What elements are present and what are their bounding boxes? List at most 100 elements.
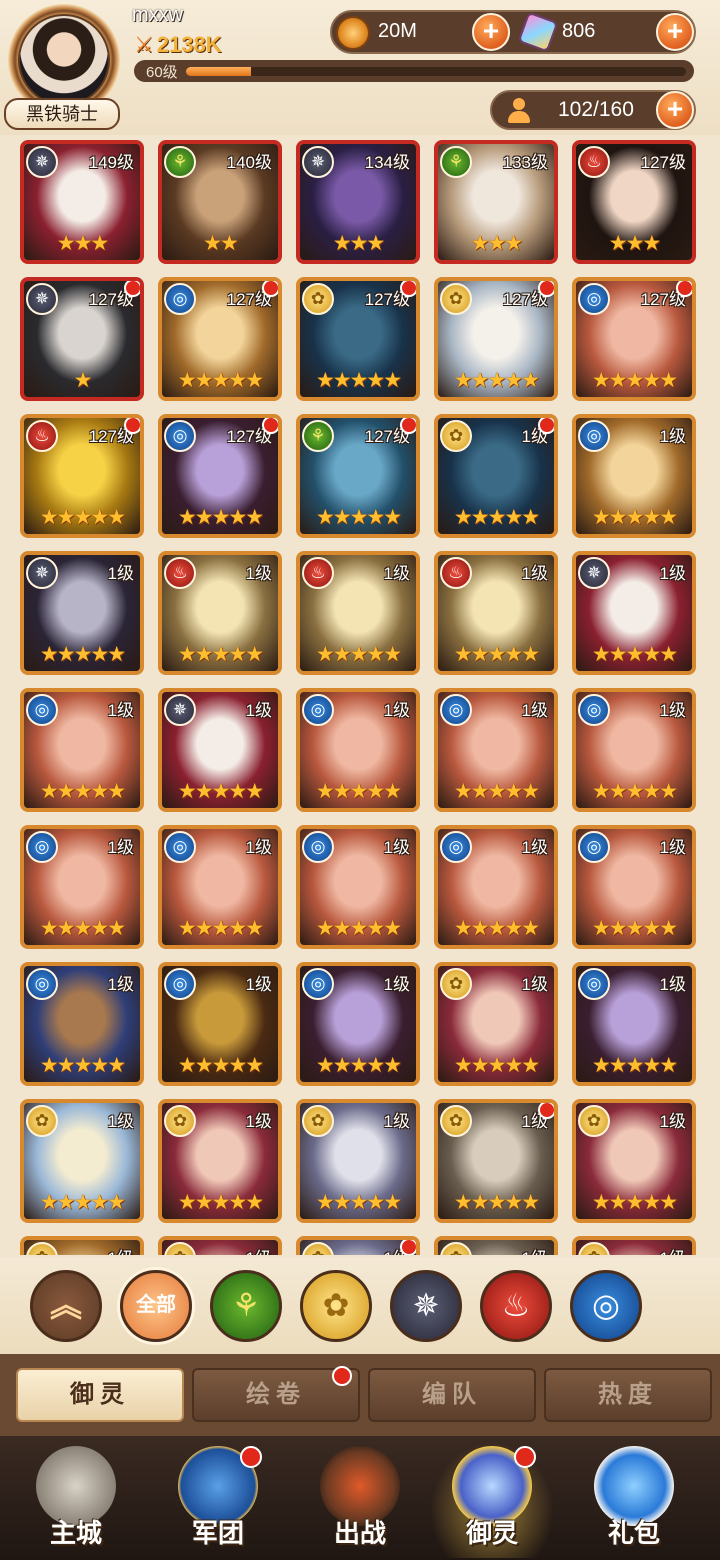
tab-spirits[interactable]: 御灵	[16, 1368, 184, 1422]
hero-card[interactable]: ✵ 1级 ★★★★★	[20, 551, 144, 675]
hero-card[interactable]: ♨ 1级 ★★★★★	[158, 551, 282, 675]
hero-card[interactable]: ◎ 1级 ★★★★★	[296, 825, 420, 949]
hero-card[interactable]: ◎ 1级 ★★★★★	[158, 825, 282, 949]
hero-card[interactable]: ✿1级★★★★★	[572, 1099, 696, 1223]
hero-card[interactable]: ◎ 127级 ★★★★★	[158, 414, 282, 538]
hero-card[interactable]: ✵ 127级 ★	[20, 277, 144, 401]
water-element-icon: ◎	[302, 831, 334, 863]
hero-card[interactable]: ◎ 1级 ★★★★★	[20, 688, 144, 812]
star-rating: ★★★★★	[39, 917, 126, 940]
hero-level: 1级	[383, 701, 410, 720]
tab-formation[interactable]: 编队	[368, 1368, 536, 1422]
hero-card[interactable]: ✵ 1级 ★★★★★	[572, 551, 696, 675]
fire-element-icon: ♨	[26, 420, 58, 452]
star-rating: ★	[73, 369, 93, 392]
star-rating: ★★★★★	[177, 643, 264, 666]
nav-gift-pack[interactable]: 礼包	[572, 1442, 696, 1558]
hero-card[interactable]: ✿1级★★★★★	[434, 1236, 558, 1255]
player-title: 黑铁骑士	[4, 98, 120, 130]
hero-card[interactable]: ◎ 1级 ★★★★★	[20, 962, 144, 1086]
hero-card[interactable]: ♨ 127级 ★★★	[572, 140, 696, 264]
hero-card[interactable]: ♨ 1级 ★★★★★	[434, 551, 558, 675]
combat-power: ⚔ 2138K	[134, 32, 222, 58]
water-element-icon: ◎	[440, 831, 472, 863]
hero-card[interactable]: ✿1级★★★★★	[158, 1099, 282, 1223]
hero-card[interactable]: ✿1级★★★★★	[20, 1099, 144, 1223]
water-element-icon: ◎	[578, 831, 610, 863]
hero-card[interactable]: ⚘ 140级 ★★	[158, 140, 282, 264]
hero-card[interactable]: ◎ 1级 ★★★★★	[434, 825, 558, 949]
hero-card[interactable]: ◎ 127级 ★★★★★	[572, 277, 696, 401]
hero-card[interactable]: ✿1级★★★★★	[572, 1236, 696, 1255]
hero-card[interactable]: ◎ 1级 ★★★★★	[20, 825, 144, 949]
light-element-icon[interactable]: ✿	[300, 1270, 372, 1342]
hero-card[interactable]: ◎ 1级 ★★★★★	[296, 962, 420, 1086]
dark-element-icon: ✵	[302, 146, 334, 178]
hero-level: 1级	[659, 427, 686, 446]
hero-level: 133级	[502, 153, 548, 172]
star-rating: ★★★★★	[315, 1191, 402, 1214]
collapse-icon[interactable]: ︽	[30, 1270, 102, 1342]
hero-card[interactable]: ♨ 127级 ★★★★★	[20, 414, 144, 538]
nav-main-city[interactable]: 主城	[14, 1442, 138, 1558]
hero-card[interactable]: ◎ 1级 ★★★★★	[296, 688, 420, 812]
hero-card[interactable]: ♨ 1级 ★★★★★	[296, 551, 420, 675]
fire-element-icon[interactable]: ♨	[480, 1270, 552, 1342]
hero-grid[interactable]: ✵ 149级 ★★★ ⚘ 140级 ★★ ✵ 134级 ★★★ ⚘ 133级 ★★★ ♨ 127级 ★★★ ✵…	[20, 140, 696, 1255]
notification-dot	[400, 281, 416, 297]
hero-level: 1级	[660, 1244, 686, 1255]
star-rating: ★★★★★	[39, 506, 126, 529]
hero-card[interactable]: ✵ 1级 ★★★★★	[158, 688, 282, 812]
notification-dot	[400, 418, 416, 434]
hero-card[interactable]: ◎ 1级 ★★★★★	[434, 688, 558, 812]
nav-spirits[interactable]: 御灵	[430, 1442, 554, 1558]
hero-card[interactable]: ◎ 1级 ★★★★★	[572, 688, 696, 812]
star-rating: ★★★★★	[177, 1054, 264, 1077]
star-rating: ★★★★★	[453, 506, 540, 529]
hero-card[interactable]: ✿ 127级 ★★★★★	[434, 277, 558, 401]
star-rating: ★★★	[608, 232, 661, 255]
water-element-icon[interactable]: ◎	[570, 1270, 642, 1342]
person-icon	[506, 98, 532, 124]
star-rating: ★★★★★	[315, 780, 402, 803]
water-element-icon: ◎	[578, 968, 610, 1000]
nature-element-icon[interactable]: ⚘	[210, 1270, 282, 1342]
exp-progress-fill	[186, 67, 251, 76]
dark-element-icon[interactable]: ✵	[390, 1270, 462, 1342]
hero-card[interactable]: ◎ 1级 ★★★★★	[158, 962, 282, 1086]
star-rating: ★★★★★	[591, 1054, 678, 1077]
hero-card[interactable]: ⚘ 127级 ★★★★★	[296, 414, 420, 538]
hero-slot-count: 102/160	[558, 98, 634, 121]
tab-label: 绘卷	[246, 1381, 306, 1408]
hero-card[interactable]: ⚘ 133级 ★★★	[434, 140, 558, 264]
tab-scrolls[interactable]: 绘卷	[192, 1366, 360, 1422]
hero-level: 1级	[107, 564, 134, 583]
hero-card[interactable]: ✿1级★★★★★	[434, 414, 558, 538]
hero-card[interactable]: ✵ 149级 ★★★	[20, 140, 144, 264]
add-slots-button[interactable]: +	[656, 91, 694, 129]
nav-legion[interactable]: 军团	[156, 1442, 280, 1558]
hero-card[interactable]: ✿1级★★★★★	[158, 1236, 282, 1255]
hero-card[interactable]: ◎ 127级 ★★★★★	[158, 277, 282, 401]
hero-card[interactable]: ✿1级★★★★★	[20, 1236, 144, 1255]
hero-card[interactable]: ◎ 1级 ★★★★★	[572, 962, 696, 1086]
hero-card[interactable]: ✵ 134级 ★★★	[296, 140, 420, 264]
dark-element-icon: ✵	[26, 146, 58, 178]
add-gold-button[interactable]: +	[472, 13, 510, 51]
hero-card[interactable]: ◎ 1级 ★★★★★	[572, 825, 696, 949]
hero-card[interactable]: ✿1级★★★★★	[434, 1099, 558, 1223]
hero-card[interactable]: ✿ 127级 ★★★★★	[296, 277, 420, 401]
light-element-icon: ✿	[440, 283, 472, 315]
sub-tab-bar: 御灵 绘卷 编队 热度	[0, 1354, 720, 1436]
notification-dot	[124, 281, 140, 297]
nav-battle[interactable]: 出战	[298, 1442, 422, 1558]
filter-all-button[interactable]: 全部	[120, 1270, 192, 1342]
hero-card[interactable]: ✿1级★★★★★	[434, 962, 558, 1086]
hero-card[interactable]: ✿1级★★★★★	[296, 1236, 420, 1255]
hero-card[interactable]: ◎ 1级 ★★★★★	[572, 414, 696, 538]
tab-popularity[interactable]: 热度	[544, 1368, 712, 1422]
avatar[interactable]	[18, 14, 110, 106]
add-gems-button[interactable]: +	[656, 13, 694, 51]
water-element-icon: ◎	[578, 694, 610, 726]
hero-card[interactable]: ✿1级★★★★★	[296, 1099, 420, 1223]
